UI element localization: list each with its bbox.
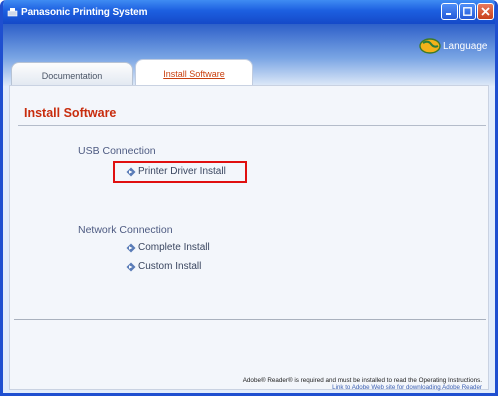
- diamond-arrow-icon: [126, 262, 136, 271]
- custom-install-label: Custom Install: [138, 261, 202, 272]
- maximize-icon: [463, 7, 472, 16]
- maximize-button[interactable]: [459, 3, 476, 20]
- title-bar[interactable]: Panasonic Printing System: [3, 0, 495, 24]
- header-banner: Language Documentation Install Software: [3, 24, 495, 88]
- language-button[interactable]: Language: [419, 38, 488, 54]
- language-label: Language: [443, 40, 488, 52]
- complete-install-label: Complete Install: [138, 242, 210, 253]
- footer-divider: [14, 319, 486, 320]
- app-window: Panasonic Printing System Language Docum…: [0, 0, 498, 396]
- window-title: Panasonic Printing System: [21, 6, 148, 18]
- tab-install-software-label: Install Software: [163, 68, 225, 79]
- printer-app-icon: [7, 7, 18, 16]
- adobe-reader-note: Adobe® Reader® is required and must be i…: [242, 377, 482, 384]
- main-panel: Install Software USB Connection Printer …: [9, 85, 489, 391]
- minimize-icon: [446, 13, 451, 15]
- network-connection-heading: Network Connection: [78, 224, 173, 236]
- usb-connection-heading: USB Connection: [78, 145, 156, 157]
- page-title: Install Software: [24, 106, 117, 120]
- close-icon: [481, 7, 490, 16]
- title-divider: [18, 125, 486, 126]
- tab-install-software[interactable]: Install Software: [135, 59, 253, 87]
- globe-icon: [419, 38, 441, 54]
- close-button[interactable]: [477, 3, 494, 20]
- complete-install-link[interactable]: Complete Install: [126, 242, 210, 253]
- custom-install-link[interactable]: Custom Install: [126, 261, 201, 272]
- diamond-arrow-icon: [126, 243, 136, 252]
- adobe-download-link[interactable]: Link to Adobe Web site for downloading A…: [332, 384, 482, 391]
- minimize-button[interactable]: [441, 3, 458, 20]
- highlight-box: [113, 161, 247, 183]
- tab-documentation-label: Documentation: [41, 70, 103, 81]
